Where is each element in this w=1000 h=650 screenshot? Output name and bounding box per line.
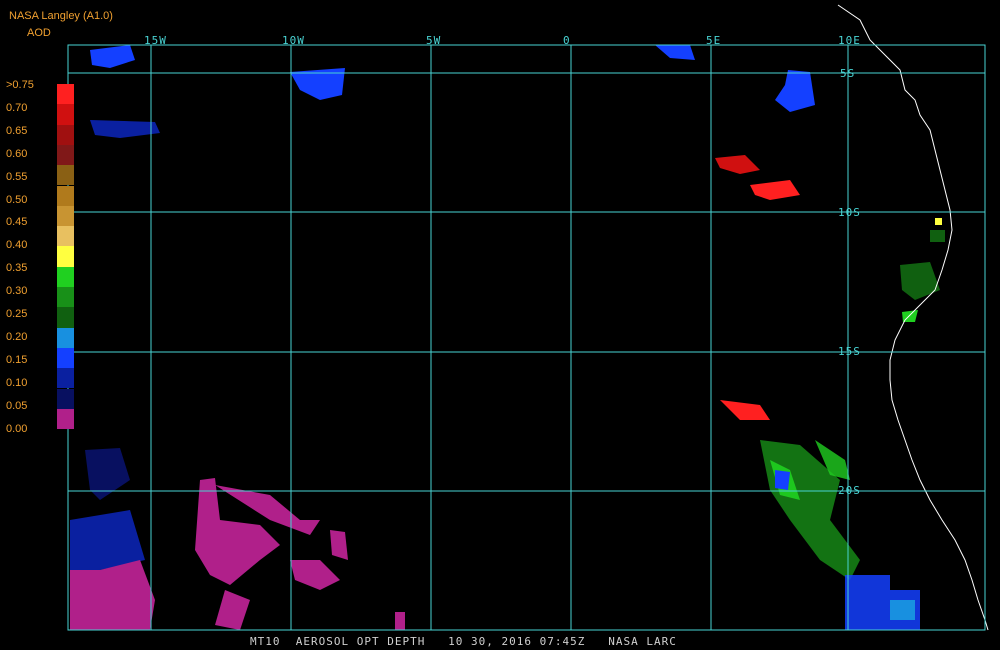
legend-swatch <box>57 185 74 206</box>
legend-swatch <box>57 287 74 308</box>
source-label: NASA Langley (A1.0) <box>9 10 113 22</box>
lat-label-20s: 20S <box>838 484 861 497</box>
lon-label-0: 0 <box>563 34 571 47</box>
legend-label: 0.20 <box>6 330 28 343</box>
lat-label-15s: 15S <box>838 345 861 358</box>
lon-label-15w: 15W <box>144 34 167 47</box>
legend-label: 0.55 <box>6 170 28 183</box>
legend-swatch <box>57 84 74 105</box>
legend-label: 0.65 <box>6 124 28 137</box>
legend-swatch <box>57 327 74 348</box>
legend-swatch <box>57 144 74 166</box>
legend-label: 0.40 <box>6 239 28 252</box>
legend-label: >0.75 <box>6 79 34 91</box>
legend-swatch <box>57 347 74 369</box>
footer-caption: MT10 AEROSOL OPT DEPTH 10 30, 2016 07:45… <box>250 635 677 648</box>
legend-label: 0.70 <box>6 101 28 114</box>
legend-label: 0.50 <box>6 193 28 206</box>
legend-label: 0.10 <box>6 376 28 389</box>
legend-label: 0.25 <box>6 308 28 320</box>
legend-label: 0.35 <box>6 262 28 275</box>
legend-swatch <box>57 307 74 328</box>
legend-label: 0.05 <box>6 399 28 412</box>
legend-label: 0.60 <box>6 147 28 160</box>
lon-label-5e: 5E <box>706 34 722 47</box>
lon-label-10w: 10W <box>282 34 305 47</box>
aerosol-pixels <box>70 45 945 630</box>
legend-swatch <box>57 388 74 409</box>
legend-swatch <box>57 226 74 247</box>
legend-swatch <box>57 368 74 389</box>
legend-label: 0.45 <box>6 216 28 229</box>
legend-swatch <box>57 124 74 145</box>
legend-swatch <box>57 165 74 186</box>
legend-swatch <box>57 104 74 125</box>
product-label: AOD <box>27 27 51 39</box>
lon-label-10e: 10E <box>838 34 861 47</box>
lat-label-5s: 5S <box>840 67 856 80</box>
lat-label-10s: 10S <box>838 206 861 219</box>
legend-label: 0.15 <box>6 353 28 366</box>
legend-label: 0.00 <box>6 422 28 435</box>
aod-map <box>67 4 989 631</box>
legend-swatch <box>57 266 74 287</box>
legend-swatch <box>57 408 74 430</box>
legend-swatch <box>57 246 74 267</box>
legend-label: 0.30 <box>6 285 28 298</box>
lon-label-5w: 5W <box>426 34 442 47</box>
legend-swatch <box>57 205 74 227</box>
